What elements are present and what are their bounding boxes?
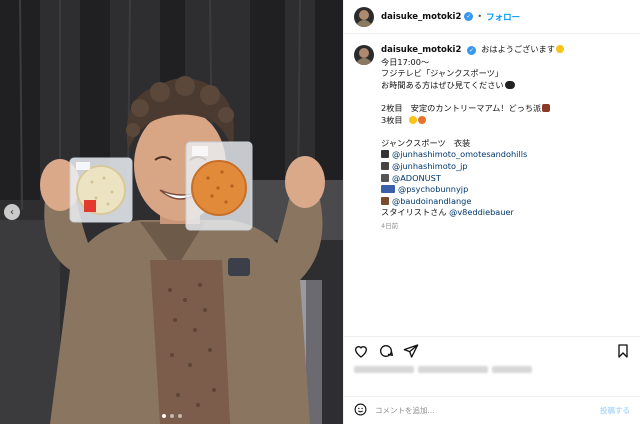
caption-text: お時間ある方はぜひ見てください bbox=[381, 79, 504, 90]
shirt-emoji-icon bbox=[381, 150, 389, 159]
time-ago: 4日前 bbox=[381, 221, 399, 230]
carousel-dot bbox=[169, 414, 174, 418]
pants-emoji-icon bbox=[381, 161, 389, 170]
caption-area: daisuke_motoki2 ✓ おはようございます 今日17:00〜 フジテ… bbox=[344, 35, 640, 325]
caption-text: フジテレビ「ジャンクスポーツ」 bbox=[381, 68, 503, 79]
mention-link[interactable]: @ADONUST bbox=[392, 173, 441, 183]
comment-input[interactable] bbox=[375, 406, 600, 415]
carousel-dot bbox=[177, 414, 182, 418]
comment-icon[interactable] bbox=[377, 342, 395, 360]
caption: daisuke_motoki2 ✓ おはようございます 今日17:00〜 フジテ… bbox=[354, 44, 630, 233]
verified-icon: ✓ bbox=[464, 12, 474, 21]
carousel-prev-button[interactable]: ‹ bbox=[4, 204, 20, 220]
username-link[interactable]: daisuke_motoki2 bbox=[381, 12, 461, 22]
caption-text: おはようございます bbox=[481, 44, 555, 54]
shoes-emoji-icon bbox=[381, 196, 389, 205]
carousel-dot bbox=[161, 414, 166, 418]
comment-bar: 投稿する bbox=[344, 396, 640, 424]
grin-emoji-icon bbox=[408, 115, 417, 124]
smile-icon[interactable] bbox=[354, 401, 367, 420]
post-header: daisuke_motoki2 ✓ • フォロー bbox=[344, 0, 640, 34]
instagram-post: ‹ daisuke_motoki2 ✓ • フォロー daisuke_motok… bbox=[0, 0, 640, 424]
mention-link[interactable]: @baudoinandlange bbox=[392, 196, 471, 206]
blurred-likes-text bbox=[354, 366, 534, 374]
avatar[interactable] bbox=[354, 6, 374, 27]
verified-icon: ✓ bbox=[466, 46, 476, 56]
caption-body: daisuke_motoki2 ✓ おはようございます 今日17:00〜 フジテ… bbox=[381, 44, 564, 233]
eyes-emoji-icon bbox=[504, 80, 515, 89]
action-bar bbox=[344, 336, 640, 364]
share-icon[interactable] bbox=[402, 342, 420, 360]
mention-link[interactable]: @v8eddiebauer bbox=[449, 207, 514, 217]
mention-link[interactable]: @junhashimoto_jp bbox=[392, 161, 468, 171]
bookmark-icon[interactable] bbox=[614, 342, 632, 360]
caption-text: 2枚目 安定のカントリーマアム！どっち派 bbox=[381, 102, 542, 113]
follow-button[interactable]: フォロー bbox=[486, 11, 520, 23]
post-side-panel: daisuke_motoki2 ✓ • フォロー daisuke_motoki2… bbox=[343, 0, 640, 424]
caption-text: 3枚目 bbox=[381, 114, 403, 125]
shoes-emoji-icon bbox=[542, 103, 551, 112]
caption-username[interactable]: daisuke_motoki2 bbox=[381, 45, 461, 55]
post-photo[interactable]: ‹ bbox=[0, 0, 343, 424]
mention-link[interactable]: @junhashimoto_omotesandohills bbox=[392, 149, 527, 159]
caption-text: スタイリストさん bbox=[381, 207, 447, 218]
heart-icon[interactable] bbox=[352, 342, 370, 360]
caption-text: 今日17:00〜 bbox=[381, 56, 430, 67]
cap-emoji-icon bbox=[381, 185, 395, 194]
avatar[interactable] bbox=[354, 45, 374, 65]
sun-emoji-icon bbox=[555, 45, 564, 53]
jacket-emoji-icon bbox=[381, 173, 389, 182]
post-comment-button[interactable]: 投稿する bbox=[600, 405, 630, 416]
caption-text: ジャンクスポーツ 衣装 bbox=[381, 137, 471, 148]
mention-link[interactable]: @psychobunnyjp bbox=[398, 184, 468, 194]
face-emoji-icon bbox=[417, 115, 426, 124]
separator-dot: • bbox=[477, 12, 483, 21]
carousel-dots bbox=[0, 414, 343, 418]
photo-illustration bbox=[0, 0, 343, 424]
